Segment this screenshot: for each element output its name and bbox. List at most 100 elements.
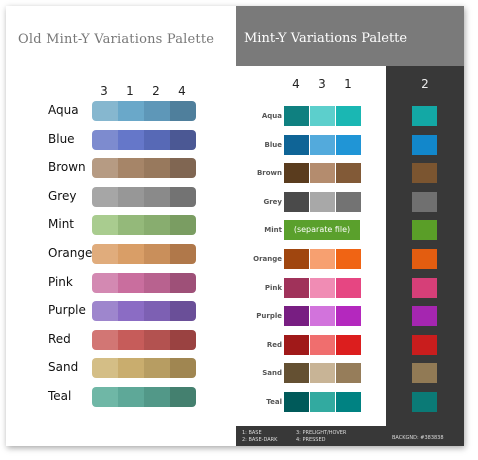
new-swatch (310, 334, 335, 355)
new-swatch (310, 392, 335, 412)
old-swatch (144, 129, 170, 150)
dark-swatch (412, 277, 437, 298)
new-swatch (284, 249, 309, 269)
old-swatch-bar (92, 129, 196, 150)
new-swatch (310, 363, 335, 384)
old-swatch (144, 301, 170, 322)
old-palette-title: Old Mint-Y Variations Palette (18, 32, 215, 47)
old-swatch (170, 387, 196, 407)
new-swatch (284, 191, 309, 212)
old-swatch (118, 244, 144, 264)
new-swatch (284, 392, 309, 412)
old-swatch (144, 272, 170, 293)
old-swatch-bar (92, 101, 196, 121)
old-swatch (92, 387, 118, 407)
old-swatch (118, 215, 144, 236)
new-swatch (310, 191, 335, 212)
old-swatch (92, 158, 118, 179)
old-palette-panel: Old Mint-Y Variations Palette 3 1 2 4 Aqua B… (6, 6, 236, 446)
old-swatch (170, 158, 196, 179)
old-swatch (92, 358, 118, 379)
new-swatch (284, 306, 309, 327)
new-row-label: Aqua (261, 112, 282, 120)
new-swatch (336, 191, 361, 212)
dark-column-header: 2 (421, 77, 429, 91)
new-row-label: Mint (264, 226, 282, 235)
old-swatch (144, 158, 170, 179)
old-swatch (118, 101, 144, 121)
old-column-header: 3 (100, 84, 108, 98)
old-swatch (92, 329, 118, 350)
new-swatch (310, 134, 335, 155)
new-swatch (336, 363, 361, 384)
old-row-label: Teal (48, 389, 72, 403)
new-row-label: Sand (262, 369, 282, 378)
new-palette-title: Mint-Y Variations Palette (244, 31, 408, 46)
old-swatch (92, 129, 118, 150)
old-swatch (92, 272, 118, 293)
legend-background: BACKGND: #383838 (392, 435, 444, 441)
new-row-label: Purple (256, 312, 282, 321)
new-row-label: Pink (264, 283, 282, 292)
new-swatch (336, 249, 361, 269)
old-swatch (170, 329, 196, 350)
old-swatch-bar (92, 301, 196, 322)
old-swatch (144, 101, 170, 121)
old-swatch (118, 301, 144, 322)
old-swatch (118, 358, 144, 379)
new-swatch (336, 392, 361, 412)
dark-swatch (412, 306, 437, 327)
new-swatch (284, 277, 309, 298)
old-column-header: 4 (178, 84, 186, 98)
old-swatch (92, 244, 118, 264)
old-row-label: Brown (48, 160, 86, 175)
new-swatch (284, 334, 309, 355)
new-column-header: 1 (344, 77, 352, 91)
old-swatch (170, 301, 196, 322)
legend-pressed: 4: PRESSED (296, 437, 326, 443)
old-swatch (118, 329, 144, 350)
old-swatch (92, 186, 118, 207)
new-swatch (336, 334, 361, 355)
new-palette-header: Mint-Y Variations Palette (236, 6, 464, 66)
old-swatch (144, 186, 170, 207)
old-row-label: Mint (48, 217, 74, 232)
new-swatch (310, 106, 335, 126)
old-swatch (118, 186, 144, 207)
new-row-label: Red (266, 340, 282, 349)
dark-swatch (412, 134, 437, 155)
old-swatch (144, 244, 170, 264)
old-swatch (92, 215, 118, 236)
old-swatch-bar (92, 387, 196, 407)
old-swatch-bar (92, 215, 196, 236)
new-row-label: Grey (263, 197, 282, 206)
old-row-label: Purple (48, 303, 86, 318)
old-row-label: Red (48, 331, 71, 346)
old-row-label: Pink (48, 274, 73, 289)
dark-swatch (412, 163, 437, 184)
new-swatch (284, 106, 309, 126)
old-row-label: Blue (48, 131, 75, 146)
old-row-label: Sand (48, 360, 79, 375)
old-swatch (144, 387, 170, 407)
old-swatch (170, 215, 196, 236)
legend-footer (236, 426, 386, 446)
new-swatch (336, 134, 361, 155)
new-swatch (336, 163, 361, 184)
new-swatch (284, 134, 309, 155)
new-swatch (336, 277, 361, 298)
old-swatch (170, 101, 196, 121)
legend-prelight: 3: PRELIGHT/HOVER (296, 430, 347, 436)
new-column-header: 4 (292, 77, 300, 91)
old-row-label: Orange (48, 246, 93, 260)
old-swatch (118, 158, 144, 179)
old-swatch (92, 301, 118, 322)
old-swatch-bar (92, 186, 196, 207)
new-row-label: Teal (266, 398, 282, 406)
new-swatch (310, 306, 335, 327)
old-swatch-bar (92, 272, 196, 293)
palette-image: Old Mint-Y Variations Palette 3 1 2 4 Aqua B… (6, 6, 464, 446)
dark-swatch (412, 191, 437, 212)
old-swatch (118, 129, 144, 150)
old-column-header: 2 (152, 84, 160, 98)
